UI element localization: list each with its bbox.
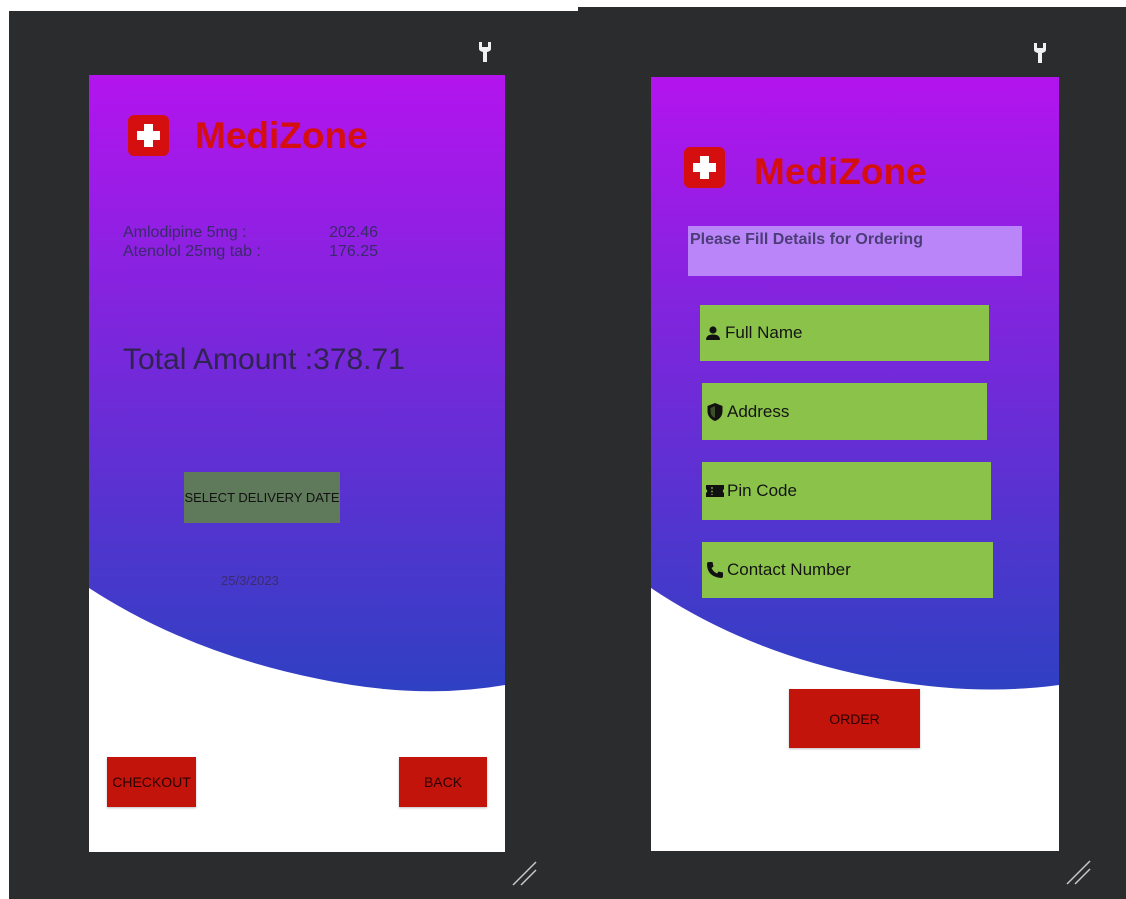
item-price: 176.25: [329, 243, 378, 260]
full-name-field[interactable]: Full Name: [700, 305, 989, 361]
checkout-button[interactable]: CHECKOUT: [107, 757, 196, 807]
total-amount: Total Amount :378.71: [123, 343, 405, 376]
wrench-icon[interactable]: [478, 41, 492, 63]
app-title: MediZone: [195, 115, 368, 156]
resize-handle-icon[interactable]: [1065, 859, 1091, 885]
full-name-placeholder: Full Name: [725, 323, 803, 342]
item-price: 202.46: [329, 224, 378, 241]
shield-icon: [705, 402, 725, 422]
contact-number-field[interactable]: Contact Number: [702, 542, 993, 598]
person-icon: [703, 323, 723, 343]
wrench-icon[interactable]: [1033, 42, 1047, 64]
item-name: Amlodipine 5mg :: [123, 224, 247, 241]
medical-cross-icon: [684, 147, 725, 188]
medical-cross-icon: [128, 115, 169, 156]
pin-code-placeholder: Pin Code: [727, 481, 797, 500]
back-button[interactable]: BACK: [399, 757, 487, 807]
app-title: MediZone: [754, 151, 927, 192]
delivery-date: 25/3/2023: [221, 573, 279, 588]
phone-icon: [705, 560, 725, 580]
order-instructions: Please Fill Details for Ordering: [688, 226, 1022, 276]
order-button[interactable]: ORDER: [789, 689, 920, 748]
address-placeholder: Address: [727, 401, 790, 421]
cart-screen: MediZone Amlodipine 5mg : 202.46 Atenolo…: [89, 75, 505, 852]
gradient-background: [89, 75, 505, 692]
select-delivery-date-button[interactable]: SELECT DELIVERY DATE: [184, 472, 340, 523]
item-name: Atenolol 25mg tab :: [123, 243, 261, 260]
order-screen: MediZone Please Fill Details for Orderin…: [651, 77, 1059, 851]
ticket-icon: [705, 481, 725, 501]
pin-code-field[interactable]: Pin Code: [702, 462, 991, 520]
contact-number-placeholder: Contact Number: [727, 560, 851, 579]
resize-handle-icon[interactable]: [511, 860, 537, 886]
address-field[interactable]: Address: [702, 383, 987, 440]
